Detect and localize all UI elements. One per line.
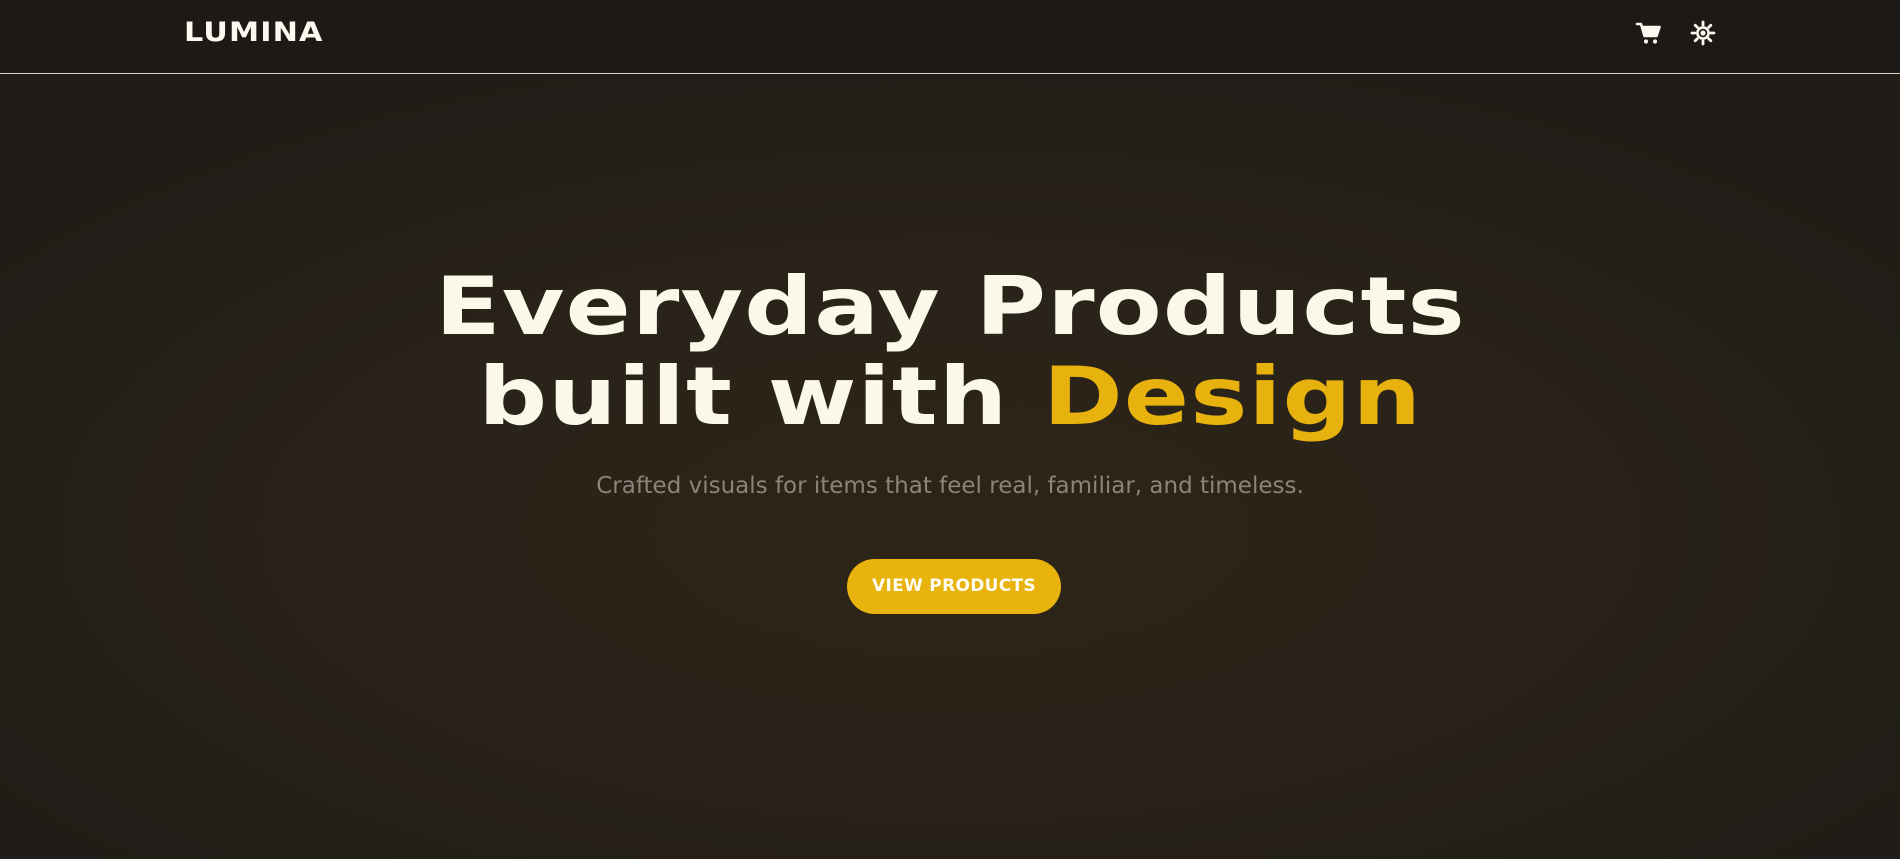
- hero-subtitle: Crafted visuals for items that feel real…: [596, 473, 1304, 499]
- hero-headline-prefix: built with: [478, 350, 1009, 443]
- hero-headline-line-2-text: built with Design: [478, 352, 1422, 442]
- page: LUMINA Everyday Products built with Desi…: [0, 0, 1900, 859]
- sun-icon: [1689, 19, 1717, 47]
- cart-button[interactable]: [1635, 19, 1663, 47]
- hero-headline-line-2: built with Design: [0, 352, 1900, 442]
- hero-section: [0, 75, 1900, 859]
- navbar: LUMINA: [0, 0, 1900, 74]
- hero-headline-line-1-text: Everyday Products: [434, 260, 1466, 353]
- shopping-cart-icon: [1635, 19, 1663, 47]
- brand-logo[interactable]: LUMINA: [184, 18, 324, 48]
- theme-toggle-button[interactable]: [1689, 19, 1717, 47]
- hero-headline-line-1: Everyday Products: [0, 262, 1900, 352]
- hero-headline-accent: Design: [1042, 350, 1422, 443]
- view-products-button[interactable]: VIEW PRODUCTS: [847, 559, 1061, 614]
